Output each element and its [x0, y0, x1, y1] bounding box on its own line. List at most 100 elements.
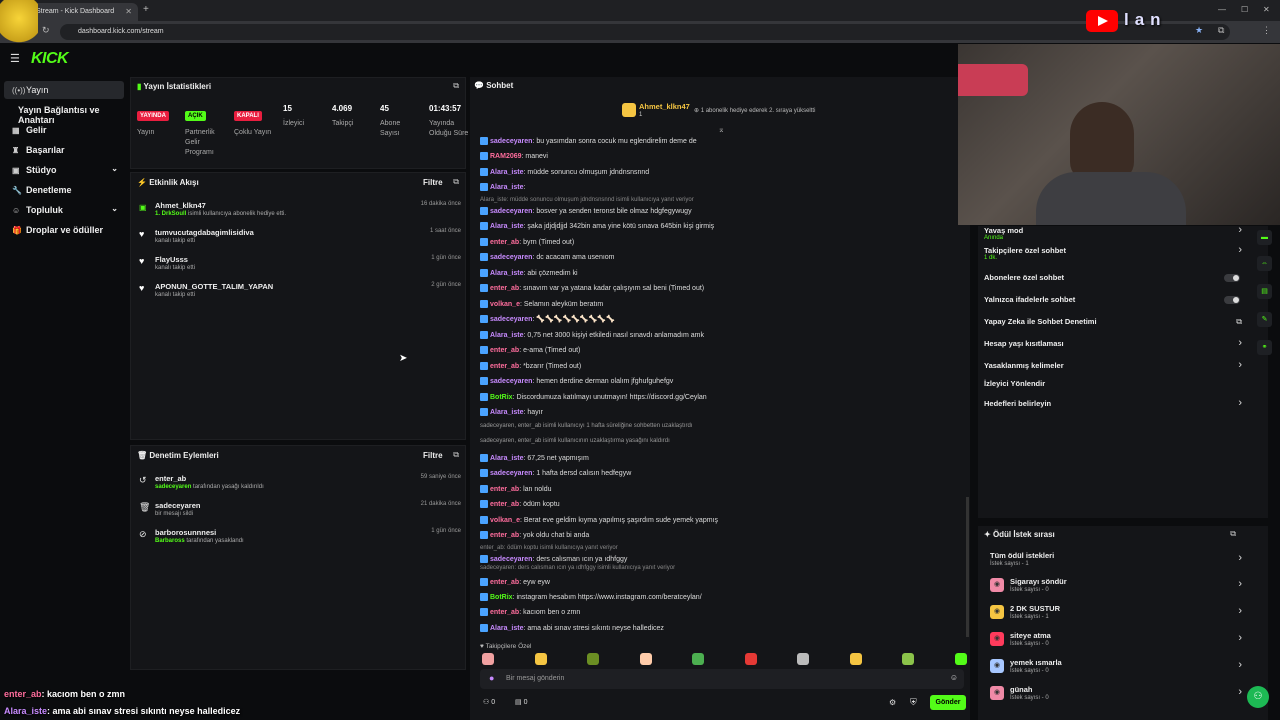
- chat-username[interactable]: Alara_iste: [490, 169, 523, 176]
- hamburger-menu-icon[interactable]: ☰: [10, 52, 20, 65]
- reward-name[interactable]: 2 DK SUSTUR: [1010, 604, 1060, 613]
- chevron-right-icon[interactable]: ›: [1238, 605, 1242, 617]
- collapse-icon[interactable]: ⌅: [718, 125, 725, 134]
- setting-4[interactable]: Yalnızca ifadelerle sohbet: [984, 295, 1075, 304]
- minimize-icon[interactable]: —: [1218, 5, 1226, 14]
- popout-icon[interactable]: ⧉: [1230, 529, 1236, 539]
- sidebar-item-gelir[interactable]: ▦ Gelir: [4, 121, 124, 139]
- floating-action-icon[interactable]: ⚇: [1247, 686, 1269, 708]
- chat-username[interactable]: Alara_iste: [490, 223, 523, 230]
- emote-icon[interactable]: [954, 653, 967, 665]
- setting-7[interactable]: Yasaklanmış kelimeler: [984, 361, 1064, 370]
- url-field[interactable]: dashboard.kick.com/stream: [60, 24, 1230, 40]
- bookmark-star-icon[interactable]: ★: [1195, 25, 1203, 36]
- chat-username[interactable]: BotRix: [490, 394, 513, 401]
- chat-username[interactable]: sadeceyaren: [490, 556, 532, 563]
- emote-icon[interactable]: [744, 653, 757, 665]
- emote-icon[interactable]: [482, 653, 494, 665]
- chat-username[interactable]: sadeceyaren: [490, 254, 532, 261]
- chat-username[interactable]: enter_ab: [490, 285, 519, 292]
- browser-tab[interactable]: Stream - Kick Dashboard ✕: [30, 3, 138, 21]
- chat-username[interactable]: sadeceyaren: [490, 208, 532, 215]
- reward-name[interactable]: günah: [1010, 685, 1033, 694]
- popout-icon[interactable]: ⧉: [453, 450, 459, 460]
- chat-username[interactable]: sadeceyaren: [490, 470, 532, 477]
- setting-9[interactable]: Hedefleri belirleyin: [984, 399, 1051, 408]
- chat-username[interactable]: enter_ab: [490, 579, 519, 586]
- pinned-username[interactable]: Ahmet_klkn47: [639, 102, 690, 111]
- browser-menu-icon[interactable]: ⋮: [1262, 25, 1271, 36]
- chat-username[interactable]: BotRix: [490, 594, 513, 601]
- chat-username[interactable]: volkan_e: [490, 517, 520, 524]
- send-button[interactable]: Gönder: [930, 695, 966, 710]
- chevron-right-icon[interactable]: ›: [1238, 686, 1242, 698]
- layout-icon[interactable]: ▤: [1257, 284, 1272, 299]
- chevron-right-icon[interactable]: ›: [1238, 359, 1242, 371]
- link-icon[interactable]: ⚭: [1257, 340, 1272, 355]
- toggle-switch[interactable]: [1224, 296, 1240, 304]
- chat-username[interactable]: Alara_iste: [490, 409, 523, 416]
- sidebar-item-yayin[interactable]: ((•))Yayın: [4, 81, 124, 99]
- popout-icon[interactable]: ⧉: [453, 81, 459, 91]
- extensions-icon[interactable]: ⧉: [1218, 25, 1224, 36]
- close-tab-icon[interactable]: ✕: [125, 7, 132, 16]
- chat-users-counter[interactable]: ⚇ 0: [483, 698, 495, 706]
- chevron-right-icon[interactable]: ›: [1238, 578, 1242, 590]
- wrench-icon[interactable]: ✎: [1257, 312, 1272, 327]
- chat-username[interactable]: sadeceyaren: [490, 378, 532, 385]
- all-rewards-label[interactable]: Tüm ödül istekleri: [990, 551, 1054, 560]
- chat-username[interactable]: sadeceyaren: [490, 316, 532, 323]
- chat-username[interactable]: enter_ab: [490, 501, 519, 508]
- chat-username[interactable]: sadeceyaren: [490, 138, 532, 145]
- chat-username[interactable]: Alara_iste: [490, 455, 523, 462]
- sidebar-item-denetleme[interactable]: 🔧 Denetleme: [4, 181, 124, 199]
- chat-username[interactable]: Alara_iste: [490, 625, 523, 632]
- filter-button[interactable]: Filtre: [423, 178, 443, 187]
- sidebar-item-basarilar[interactable]: ♜ Başarılar: [4, 141, 124, 159]
- moderation-shield-icon[interactable]: ⛨: [910, 697, 917, 708]
- chat-username[interactable]: volkan_e: [490, 301, 520, 308]
- event-username[interactable]: FlayUsss: [155, 255, 188, 264]
- emote-icon[interactable]: [692, 653, 704, 665]
- emote-icon[interactable]: [534, 653, 547, 665]
- chat-scrollbar[interactable]: [966, 497, 969, 637]
- chat-icon[interactable]: ▬: [1257, 230, 1272, 245]
- external-link-icon[interactable]: ⧉: [1236, 317, 1242, 327]
- reload-icon[interactable]: ↻: [42, 25, 50, 36]
- setting-5[interactable]: Yapay Zeka ile Sohbet Denetimi: [984, 317, 1097, 326]
- chevron-right-icon[interactable]: ›: [1238, 224, 1242, 236]
- sidebar-item-stream-key[interactable]: Yayın Bağlantısı ve Anahtarı: [10, 101, 130, 125]
- chat-input[interactable]: ● Bir mesaj gönderin ☺: [480, 669, 964, 689]
- emote-icon[interactable]: [849, 653, 862, 665]
- chat-username[interactable]: enter_ab: [490, 609, 519, 616]
- chat-username[interactable]: Alara_iste: [490, 270, 523, 277]
- chat-username[interactable]: enter_ab: [490, 532, 519, 539]
- reward-name[interactable]: siteye atma: [1010, 631, 1051, 640]
- emote-icon[interactable]: [797, 653, 809, 665]
- event-username[interactable]: APONUN_GOTTE_TALIM_YAPAN: [155, 282, 273, 291]
- emote-icon[interactable]: [902, 653, 914, 665]
- setting-2[interactable]: Takipçilere özel sohbet 1 dk.: [984, 246, 1066, 261]
- maximize-icon[interactable]: ☐: [1241, 5, 1248, 14]
- chat-username[interactable]: enter_ab: [490, 347, 519, 354]
- chat-username[interactable]: enter_ab: [490, 239, 519, 246]
- chat-username[interactable]: Alara_iste: [490, 184, 523, 191]
- gear-icon[interactable]: ⚙: [889, 698, 896, 707]
- setting-1[interactable]: Yavaş mod Anında: [984, 226, 1023, 241]
- chevron-right-icon[interactable]: ›: [1238, 337, 1242, 349]
- chevron-right-icon[interactable]: ›: [1238, 397, 1242, 409]
- chevron-right-icon[interactable]: ›: [1238, 659, 1242, 671]
- emote-icon[interactable]: [639, 653, 652, 665]
- chat-username[interactable]: enter_ab: [490, 486, 519, 493]
- reward-name[interactable]: yemek ısmarla: [1010, 658, 1062, 667]
- sidebar-item-topluluk[interactable]: ☺ Topluluk ⌄: [4, 201, 124, 219]
- chat-pinned-counter[interactable]: ▤ 0: [515, 698, 527, 706]
- chevron-right-icon[interactable]: ›: [1238, 244, 1242, 256]
- chevron-right-icon[interactable]: ›: [1238, 632, 1242, 644]
- resize-icon[interactable]: ⇔: [1257, 256, 1272, 271]
- setting-3[interactable]: Abonelere özel sohbet: [984, 273, 1064, 282]
- setting-6[interactable]: Hesap yaşı kısıtlaması: [984, 339, 1064, 348]
- toggle-switch[interactable]: [1224, 274, 1240, 282]
- event-username[interactable]: enter_ab: [155, 474, 186, 483]
- mic-icon[interactable]: ●: [489, 673, 494, 683]
